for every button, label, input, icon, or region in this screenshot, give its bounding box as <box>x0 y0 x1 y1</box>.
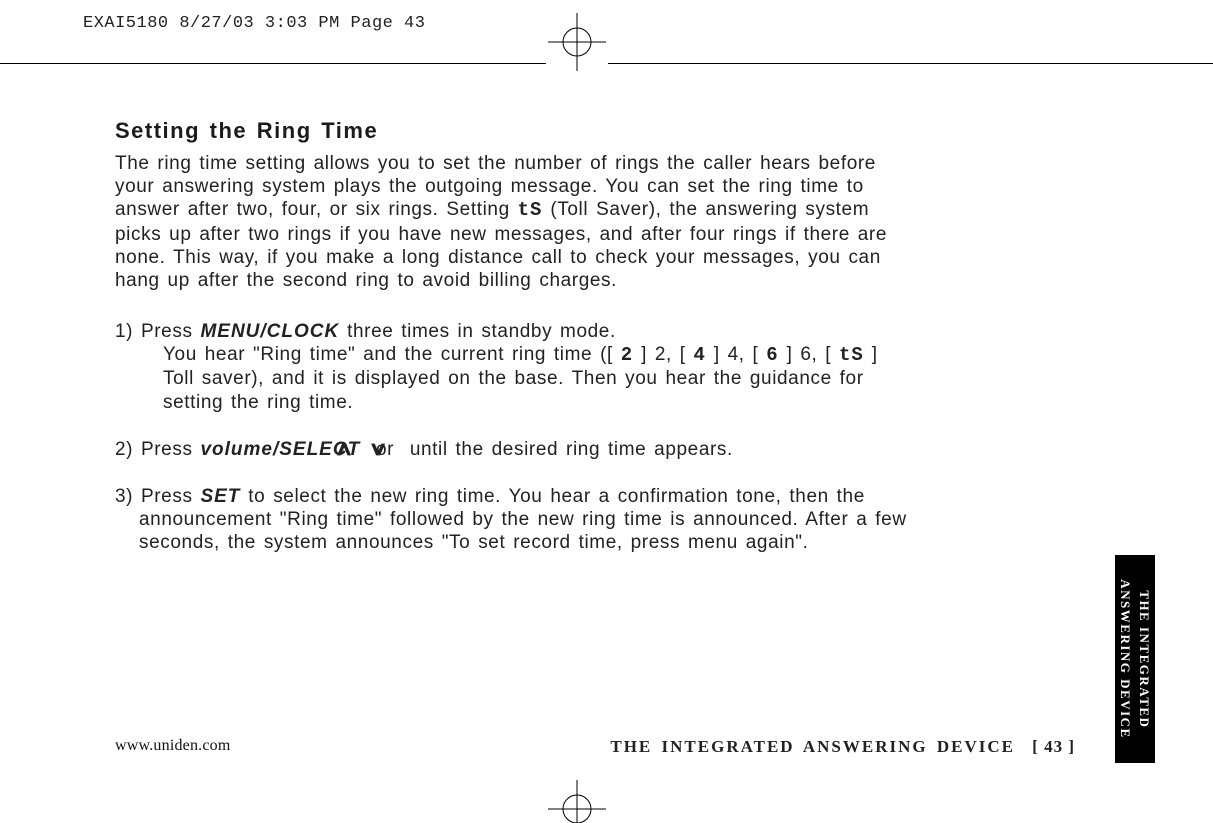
gap <box>360 439 368 460</box>
step2-tail: until the desired ring time appears. <box>402 439 733 460</box>
thumb-tab-label: THE INTEGRATED ANSWERING DEVICE <box>1116 579 1154 738</box>
intro-paragraph: The ring time setting allows you to set … <box>115 152 907 292</box>
sep-46: ] 4, [ <box>714 344 759 365</box>
footer-page-number: [ 43 ] <box>1032 737 1075 757</box>
footer-chapter: THE INTEGRATED ANSWERING DEVICE <box>610 737 1015 757</box>
section-title: Setting the Ring Time <box>115 118 907 144</box>
step1-line2a: You hear "Ring time" and the current rin… <box>163 344 613 365</box>
steps-list: 1) Press MENU/CLOCK three times in stand… <box>115 320 907 554</box>
step-number: 2) <box>115 439 141 460</box>
step3-tail: to select the new ring time. You hear a … <box>139 486 907 553</box>
digit-4-glyph: 4 <box>694 344 706 366</box>
step-lead: Press <box>141 321 200 342</box>
set-key: SET <box>200 486 240 507</box>
sep-6ts: ] 6, [ <box>787 344 832 365</box>
page-footer: www.uniden.com THE INTEGRATED ANSWERING … <box>115 737 1075 755</box>
step-2: 2) Press volume/SELECT ∧ or ∨ until the … <box>115 438 907 461</box>
step-number: 1) <box>115 321 141 342</box>
tab-line2: ANSWERING DEVICE <box>1118 579 1133 738</box>
step-lead: Press <box>141 439 200 460</box>
step-1: 1) Press MENU/CLOCK three times in stand… <box>115 320 907 414</box>
digit-6-glyph: 6 <box>766 344 778 366</box>
registration-mark-bottom <box>548 780 606 823</box>
sep-24: ] 2, [ <box>641 344 686 365</box>
footer-url: www.uniden.com <box>115 737 231 754</box>
tab-line1: THE INTEGRATED <box>1137 590 1152 728</box>
imposition-slug: EXAI5180 8/27/03 3:03 PM Page 43 <box>83 14 425 33</box>
step-lead: Press <box>141 486 200 507</box>
menu-clock-key: MENU/CLOCK <box>200 321 339 342</box>
page-body: Setting the Ring Time The ring time sett… <box>115 118 907 578</box>
registration-mark-top <box>548 13 606 71</box>
step-3: 3) Press SET to select the new ring time… <box>115 485 907 555</box>
crop-line-top <box>0 63 1213 64</box>
step-tail: three times in standby mode. <box>339 321 616 342</box>
digit-2-glyph: 2 <box>621 344 633 366</box>
thumb-tab: THE INTEGRATED ANSWERING DEVICE <box>1115 555 1155 763</box>
ts-glyph-inline: tS <box>839 344 864 366</box>
step-number: 3) <box>115 486 141 507</box>
toll-saver-glyph: tS <box>518 199 543 221</box>
